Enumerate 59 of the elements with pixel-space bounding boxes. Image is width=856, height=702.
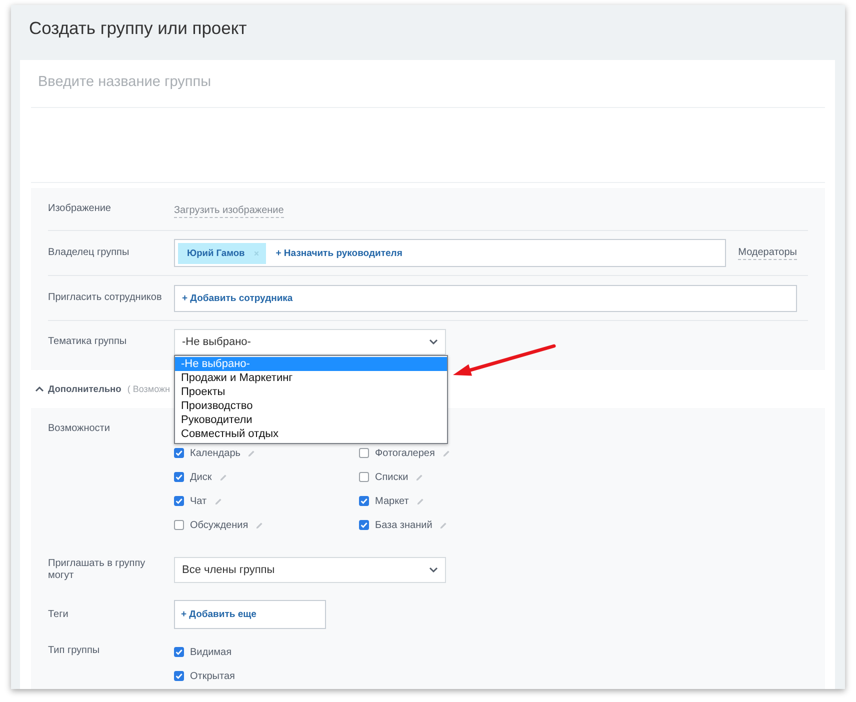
invite-select[interactable]: Все члены группы [174, 557, 446, 583]
checkbox-label: Чат [190, 496, 207, 506]
checkbox-label: Списки [375, 472, 408, 482]
section-toggle[interactable]: Дополнительно [48, 384, 122, 394]
add-employee-link[interactable]: + Добавить сотрудника [182, 292, 293, 304]
pencil-icon[interactable] [214, 498, 222, 504]
pencil-icon[interactable] [416, 498, 424, 504]
checkbox[interactable] [359, 520, 369, 530]
pencil-icon[interactable] [220, 474, 227, 480]
checkbox[interactable] [359, 472, 369, 482]
checkbox[interactable] [359, 448, 369, 458]
checkbox[interactable] [359, 496, 369, 506]
add-tag-link[interactable]: + Добавить еще [181, 609, 256, 620]
owner-field[interactable]: Юрий Гамов + Назначить руководителя [174, 239, 726, 267]
checkbox[interactable] [174, 671, 184, 681]
checkbox-label: База знаний [375, 520, 432, 530]
checkbox[interactable] [174, 496, 184, 506]
chevron-down-icon [429, 567, 438, 573]
user-tag[interactable]: Юрий Гамов [178, 242, 266, 264]
dropdown-option[interactable]: Руководители [175, 413, 447, 427]
checkbox-label: Открытая [190, 670, 235, 682]
checkbox[interactable] [174, 472, 184, 482]
dropdown-option[interactable]: Продажи и Маркетинг [175, 371, 447, 385]
field-label: Возможности [48, 423, 111, 435]
dropdown-option[interactable]: Совместный отдых [175, 427, 447, 441]
pencil-icon[interactable] [256, 522, 264, 528]
checkbox-label: Фотогалерея [375, 448, 435, 458]
field-label: Приглашать в группу могут [48, 558, 146, 582]
dropdown-option[interactable]: Производство [175, 399, 447, 413]
dropdown-option[interactable]: Проекты [175, 385, 447, 399]
checkbox[interactable] [174, 520, 184, 530]
chevron-icon[interactable] [35, 386, 44, 392]
field-label: Теги [48, 608, 70, 620]
checkbox-label: Обсуждения [190, 520, 248, 530]
checkbox[interactable] [174, 448, 184, 458]
pencil-icon[interactable] [440, 522, 448, 528]
tags-field[interactable]: + Добавить еще [174, 600, 326, 629]
field-label: Изображение [48, 203, 112, 215]
pencil-icon[interactable] [442, 450, 450, 456]
dropdown-option[interactable]: -Не выбрано- [175, 357, 447, 371]
checkbox-label: Диск [190, 472, 212, 482]
field-label: Пригласить сотрудников [48, 292, 163, 304]
window-title: Создать группу или проект [28, 17, 248, 40]
pencil-icon[interactable] [248, 450, 256, 456]
assign-manager-link[interactable]: + Назначить руководителя [276, 248, 402, 258]
pencil-icon[interactable] [416, 474, 424, 480]
upload-image-link[interactable]: Загрузить изображение [174, 204, 284, 218]
section-hint: ( Возможн [127, 384, 170, 394]
checkbox-label: Видимая [190, 646, 232, 658]
moderators-link[interactable]: Модераторы [738, 246, 797, 260]
checkbox-label: Календарь [190, 448, 240, 458]
members-field[interactable]: + Добавить сотрудника [174, 284, 797, 312]
chevron-down-icon [429, 339, 438, 345]
checkbox[interactable] [174, 647, 184, 657]
field-label: Владелец группы [48, 247, 130, 259]
topic-select[interactable]: -Не выбрано- [174, 329, 446, 355]
field-label: Тип группы [48, 644, 101, 658]
field-label: Тематика группы [48, 336, 128, 348]
checkbox-label: Маркет [375, 496, 409, 506]
